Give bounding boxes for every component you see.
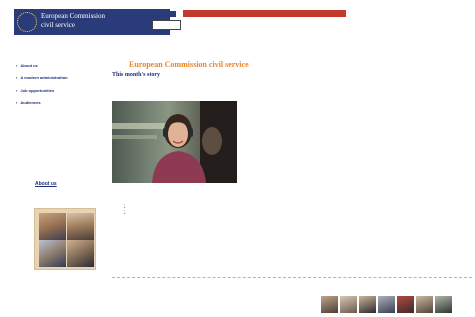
story-heading: This month's story <box>112 72 161 78</box>
story-link[interactable] <box>124 209 125 213</box>
story-photo-image <box>112 101 237 183</box>
staff-photo-collage <box>34 208 96 270</box>
eu-flag-icon <box>17 12 37 32</box>
logo-line-2: civil service <box>41 21 76 29</box>
footer-photo-strip <box>320 295 453 315</box>
sidebar-item-job-opportunities[interactable]: Job opportunities <box>16 88 54 93</box>
top-navigation-text <box>183 20 186 24</box>
story-photo <box>112 101 237 183</box>
top-search-label <box>142 11 176 17</box>
about-us-link[interactable]: About us <box>35 181 57 187</box>
story-link[interactable] <box>124 203 125 207</box>
top-navigation-bar[interactable] <box>183 10 346 17</box>
sidebar-item-modern-administration[interactable]: A modern administration <box>16 75 67 80</box>
page-title: European Commission civil service <box>129 60 249 69</box>
search-input[interactable] <box>152 20 181 30</box>
footer-divider <box>112 277 472 278</box>
logo-line-1: European Commission <box>41 12 105 20</box>
sidebar-item-about-us[interactable]: About us <box>16 63 37 68</box>
sidebar-item-audiences[interactable]: Audiences <box>16 100 40 105</box>
